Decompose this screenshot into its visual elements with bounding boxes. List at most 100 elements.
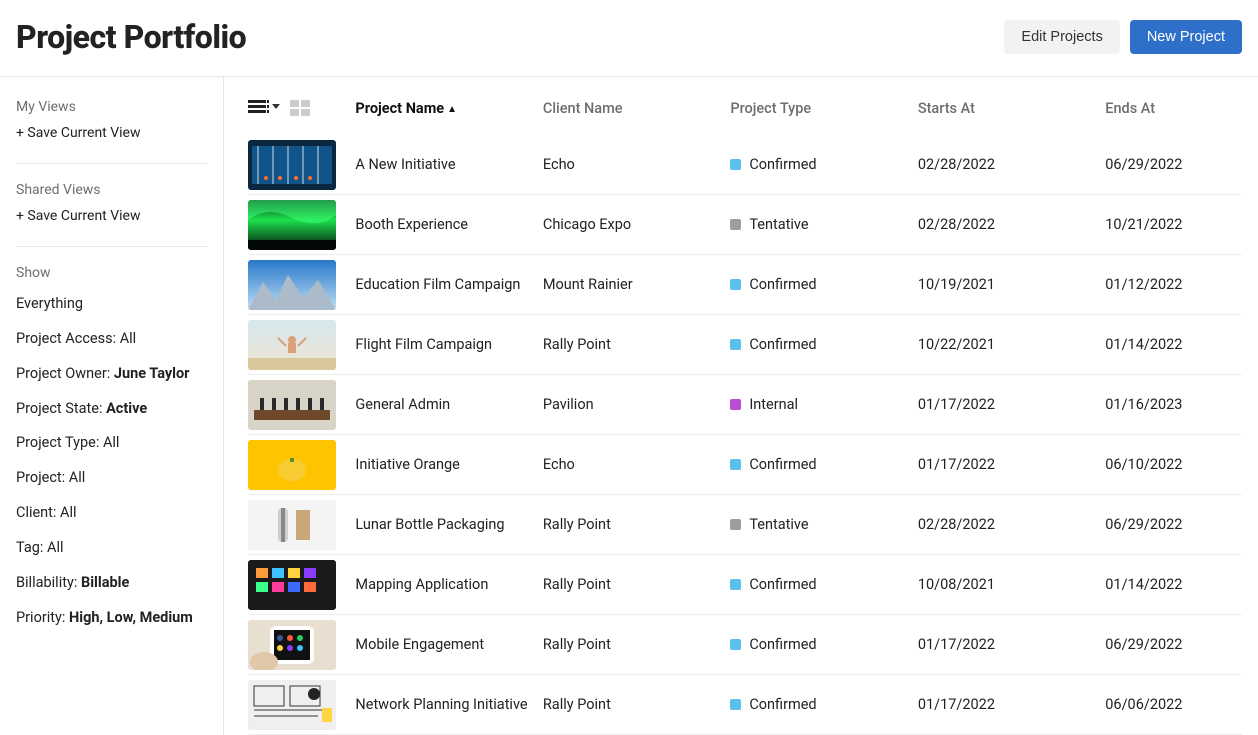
table-row[interactable]: Mobile EngagementRally PointConfirmed01/… <box>248 615 1242 675</box>
ends-at-cell: 06/29/2022 <box>1105 516 1242 533</box>
status-badge <box>730 639 741 650</box>
project-thumbnail <box>248 440 336 490</box>
my-views-heading: My Views <box>16 99 207 115</box>
table-row[interactable]: Initiative OrangeEchoConfirmed01/17/2022… <box>248 435 1242 495</box>
project-name-cell: Lunar Bottle Packaging <box>355 516 542 533</box>
col-header-client[interactable]: Client Name <box>543 100 730 117</box>
project-type-cell: Confirmed <box>730 276 917 293</box>
table-row[interactable]: Flight Film CampaignRally PointConfirmed… <box>248 315 1242 375</box>
table-row[interactable]: A New InitiativeEchoConfirmed02/28/20220… <box>248 135 1242 195</box>
filter-priority[interactable]: Priority: High, Low, Medium <box>16 601 207 636</box>
table-row[interactable]: Lunar Bottle PackagingRally PointTentati… <box>248 495 1242 555</box>
filter-tag[interactable]: Tag: All <box>16 531 207 566</box>
project-name-cell: Education Film Campaign <box>355 276 542 293</box>
starts-at-cell: 10/22/2021 <box>918 336 1105 353</box>
client-name-cell: Chicago Expo <box>543 216 730 233</box>
save-current-view-link[interactable]: + Save Current View <box>16 121 207 145</box>
project-type-cell: Confirmed <box>730 336 917 353</box>
table-row[interactable]: Education Film CampaignMount RainierConf… <box>248 255 1242 315</box>
status-badge <box>730 579 741 590</box>
col-header-start[interactable]: Starts At <box>918 100 1105 117</box>
table-row[interactable]: Booth ExperienceChicago ExpoTentative02/… <box>248 195 1242 255</box>
filter-project-state[interactable]: Project State: Active <box>16 392 207 427</box>
filter-project-access[interactable]: Project Access: All <box>16 322 207 357</box>
client-name-cell: Rally Point <box>543 516 730 533</box>
grid-icon <box>290 99 312 117</box>
starts-at-cell: 10/19/2021 <box>918 276 1105 293</box>
sidebar: My Views + Save Current View Shared View… <box>0 77 224 735</box>
client-name-cell: Mount Rainier <box>543 276 730 293</box>
project-name-cell: General Admin <box>355 396 542 413</box>
project-name-cell: Flight Film Campaign <box>355 336 542 353</box>
table-row[interactable]: General AdminPavilionInternal01/17/20220… <box>248 375 1242 435</box>
ends-at-cell: 01/14/2022 <box>1105 336 1242 353</box>
project-thumbnail <box>248 200 336 250</box>
col-header-name[interactable]: Project Name▲ <box>355 100 542 117</box>
filter-project-owner[interactable]: Project Owner: June Taylor <box>16 357 207 392</box>
project-name-cell: Mobile Engagement <box>355 636 542 653</box>
project-thumbnail <box>248 320 336 370</box>
client-name-cell: Rally Point <box>543 336 730 353</box>
project-thumbnail <box>248 620 336 670</box>
starts-at-cell: 01/17/2022 <box>918 636 1105 653</box>
project-type-cell: Confirmed <box>730 156 917 173</box>
header-buttons: Edit Projects New Project <box>1004 20 1242 54</box>
project-type-cell: Confirmed <box>730 576 917 593</box>
new-project-button[interactable]: New Project <box>1130 20 1242 54</box>
ends-at-cell: 10/21/2022 <box>1105 216 1242 233</box>
status-badge <box>730 219 741 230</box>
client-name-cell: Rally Point <box>543 576 730 593</box>
client-name-cell: Pavilion <box>543 396 730 413</box>
project-thumbnail <box>248 560 336 610</box>
ends-at-cell: 06/29/2022 <box>1105 636 1242 653</box>
project-type-cell: Confirmed <box>730 696 917 713</box>
col-header-type[interactable]: Project Type <box>730 100 917 117</box>
filter-project-type[interactable]: Project Type: All <box>16 426 207 461</box>
project-type-cell: Internal <box>730 396 917 413</box>
starts-at-cell: 02/28/2022 <box>918 516 1105 533</box>
project-name-cell: A New Initiative <box>355 156 542 173</box>
ends-at-cell: 06/10/2022 <box>1105 456 1242 473</box>
filter-billability[interactable]: Billability: Billable <box>16 566 207 601</box>
col-header-end[interactable]: Ends At <box>1105 100 1242 117</box>
page-title: Project Portfolio <box>16 18 246 56</box>
client-name-cell: Echo <box>543 156 730 173</box>
starts-at-cell: 01/17/2022 <box>918 456 1105 473</box>
filter-everything[interactable]: Everything <box>16 287 207 322</box>
project-type-cell: Confirmed <box>730 456 917 473</box>
status-badge <box>730 339 741 350</box>
project-type-cell: Tentative <box>730 216 917 233</box>
table-row[interactable]: Network Planning InitiativeRally PointCo… <box>248 675 1242 735</box>
filter-client[interactable]: Client: All <box>16 496 207 531</box>
list-view-button[interactable] <box>248 99 280 117</box>
project-thumbnail <box>248 380 336 430</box>
edit-projects-button[interactable]: Edit Projects <box>1004 20 1119 54</box>
project-thumbnail <box>248 140 336 190</box>
status-badge <box>730 399 741 410</box>
client-name-cell: Rally Point <box>543 696 730 713</box>
table-row[interactable]: Mapping ApplicationRally PointConfirmed1… <box>248 555 1242 615</box>
table-header-row: Project Name▲ Client Name Project Type S… <box>248 91 1242 135</box>
status-badge <box>730 459 741 470</box>
ends-at-cell: 01/12/2022 <box>1105 276 1242 293</box>
project-name-cell: Booth Experience <box>355 216 542 233</box>
project-thumbnail <box>248 500 336 550</box>
starts-at-cell: 01/17/2022 <box>918 396 1105 413</box>
status-badge <box>730 519 741 530</box>
starts-at-cell: 02/28/2022 <box>918 216 1105 233</box>
filter-project[interactable]: Project: All <box>16 461 207 496</box>
chevron-down-icon <box>272 104 280 109</box>
save-current-view-shared-link[interactable]: + Save Current View <box>16 204 207 228</box>
table-body: A New InitiativeEchoConfirmed02/28/20220… <box>248 135 1242 735</box>
list-lines-icon <box>248 99 270 117</box>
starts-at-cell: 02/28/2022 <box>918 156 1105 173</box>
sort-asc-icon: ▲ <box>447 104 457 115</box>
status-badge <box>730 279 741 290</box>
status-badge <box>730 699 741 710</box>
status-badge <box>730 159 741 170</box>
grid-view-button[interactable] <box>290 99 312 117</box>
project-thumbnail <box>248 680 336 730</box>
project-name-cell: Network Planning Initiative <box>355 696 542 713</box>
ends-at-cell: 06/06/2022 <box>1105 696 1242 713</box>
main-content: Project Name▲ Client Name Project Type S… <box>224 77 1258 735</box>
